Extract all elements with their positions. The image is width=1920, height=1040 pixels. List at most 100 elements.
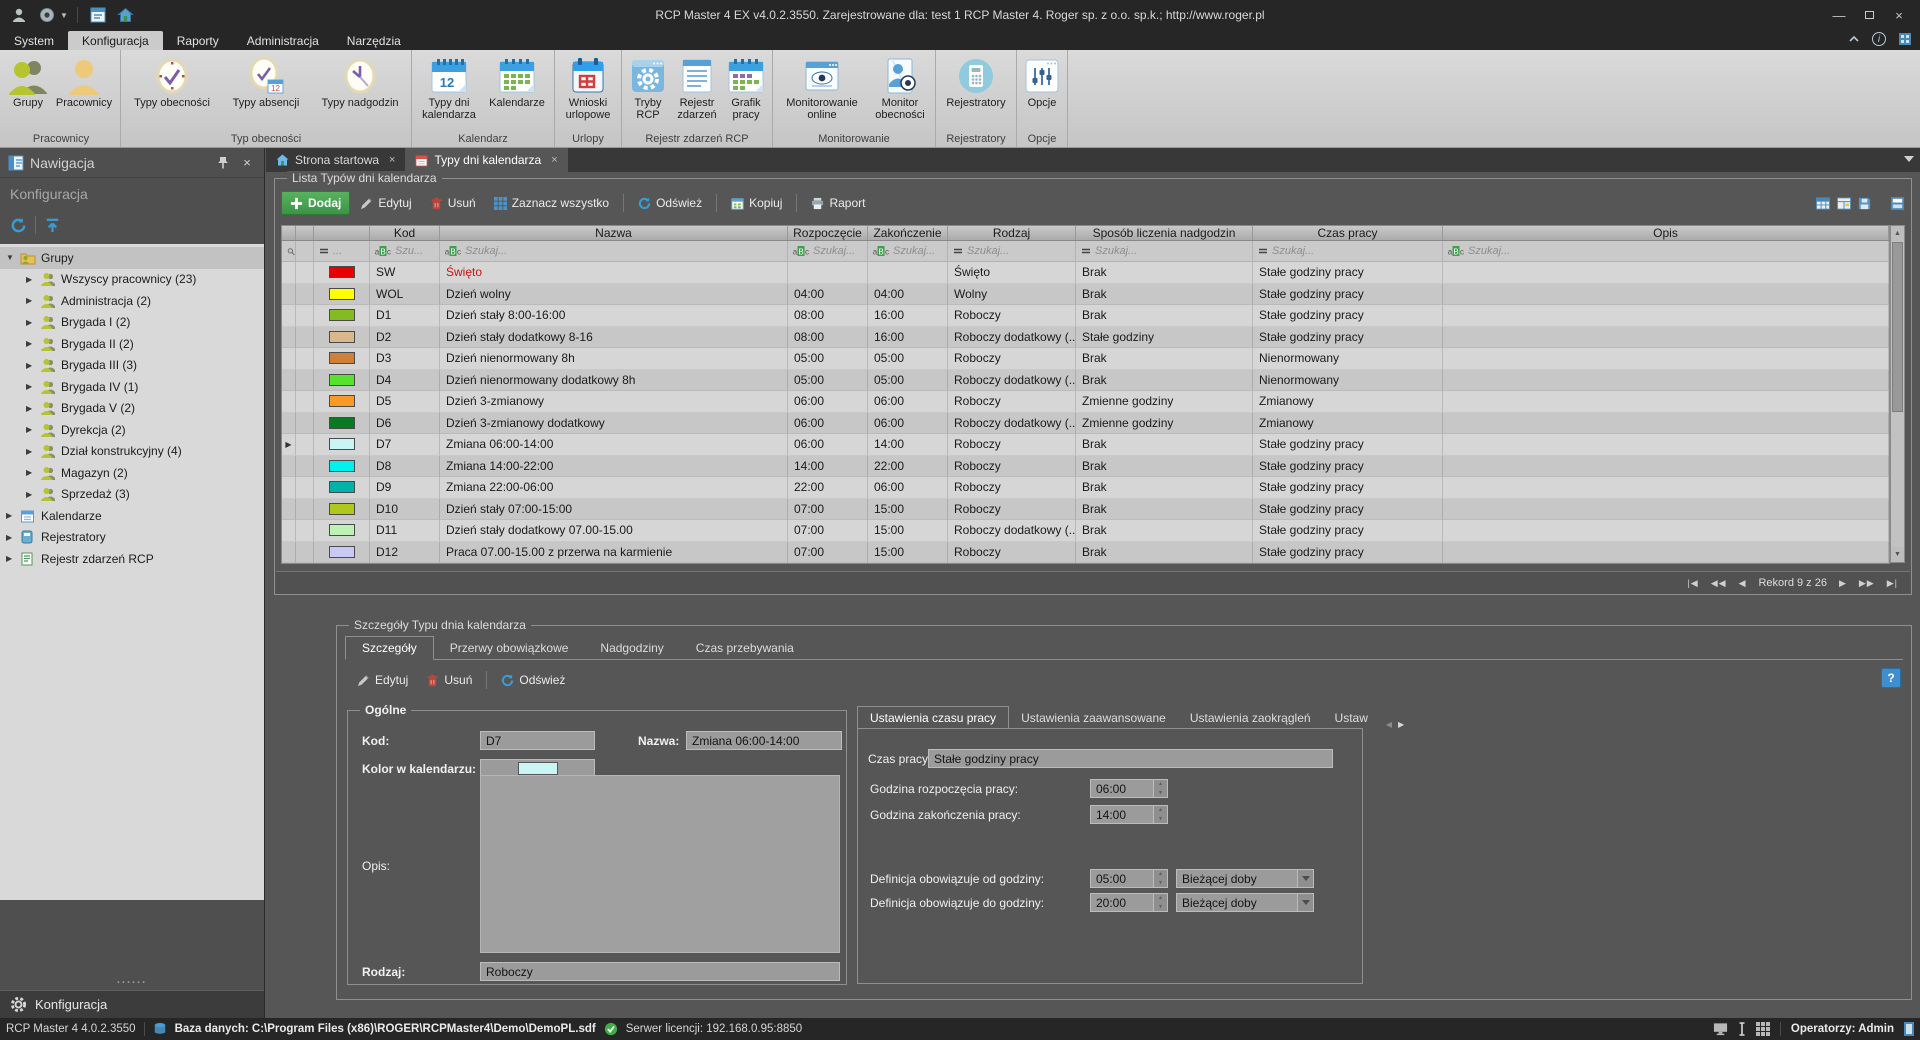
close-icon[interactable]: × [238,154,256,172]
tab-strona-startowa[interactable]: Strona startowa × [266,148,405,172]
filter-opis[interactable]: aBc Szukaj... [1443,241,1889,262]
typy-nadgodzin-button[interactable]: Typy nadgodzin [312,50,408,132]
pracownicy-button[interactable]: Pracownicy [51,50,117,132]
panel-toggle-icon[interactable] [1904,1022,1914,1036]
copy-button[interactable]: Kopiuj [723,192,790,214]
grafik-pracy-button[interactable]: Grafik pracy [723,50,769,132]
pin-icon[interactable] [214,154,232,172]
spin-down-icon[interactable]: ▼ [1154,879,1167,888]
expand-arrow-icon[interactable]: ▶ [26,490,40,499]
monitor-obecnosci-button[interactable]: Monitor obecności [868,50,932,132]
typy-absencji-button[interactable]: 12 Typy absencji [220,50,312,132]
tree-item[interactable]: ▶ Kalendarze [0,505,264,527]
table-row[interactable]: WOL Dzień wolny 04:00 04:00 Wolny Brak S… [282,284,1889,306]
table-row[interactable]: D2 Dzień stały dodatkowy 8-16 08:00 16:0… [282,327,1889,349]
header-rodzaj[interactable]: Rodzaj [948,226,1076,240]
layout-view-icon[interactable] [1836,196,1852,211]
tree-item[interactable]: ▶ Brygada II (2) [0,333,264,355]
info-icon[interactable]: i [1872,32,1886,46]
header-nazwa[interactable]: Nazwa [440,226,788,240]
last-record-button[interactable]: ▶| [1887,578,1898,589]
home-icon[interactable] [115,5,137,25]
table-row[interactable]: D4 Dzień nienormowany dodatkowy 8h 05:00… [282,370,1889,392]
czas-pracy-field[interactable]: Stałe godziny pracy [928,749,1333,768]
tab-scroll-right-icon[interactable]: ▶ [1398,720,1404,729]
tab-ustawienia-czasu-pracy[interactable]: Ustawienia czasu pracy [857,706,1009,729]
table-row[interactable]: SW Święto Święto Brak Stałe godziny prac… [282,262,1889,284]
scroll-thumb[interactable] [1892,242,1903,412]
definicja-od-select[interactable]: Bieżącej doby [1176,869,1314,888]
expand-arrow-icon[interactable]: ▶ [6,511,20,520]
spinner-buttons[interactable]: ▲▼ [1153,779,1168,798]
expand-arrow-icon[interactable]: ▶ [26,382,40,391]
grupy-button[interactable]: Grupy [5,50,51,132]
report-button[interactable]: Raport [803,192,873,214]
filter-color[interactable]: ... [314,241,370,262]
first-record-button[interactable]: |◀ [1687,578,1698,589]
expand-arrow-icon[interactable]: ▶ [26,447,40,456]
collapse-ribbon-icon[interactable] [1848,33,1860,45]
filter-rodzaj[interactable]: Szukaj... [948,241,1076,262]
spin-down-icon[interactable]: ▼ [1154,903,1167,912]
close-button[interactable]: × [1884,3,1914,27]
tab-szczegoly[interactable]: Szczegóły [345,636,434,660]
expand-arrow-icon[interactable]: ▶ [26,425,40,434]
dropdown-button[interactable] [1297,893,1314,912]
tree-item[interactable]: ▶ Rejestratory [0,527,264,549]
help-button[interactable]: ? [1881,668,1901,688]
tree-item[interactable]: ▼ Grupy [0,247,264,269]
filter-nazwa[interactable]: aBc Szukaj... [440,241,788,262]
expand-arrow-icon[interactable]: ▶ [6,533,20,542]
header-czas-pracy[interactable]: Czas pracy [1253,226,1443,240]
table-row[interactable]: D1 Dzień stały 8:00-16:00 08:00 16:00 Ro… [282,305,1889,327]
godzina-zakonczenia-spinner[interactable]: 14:00 ▲▼ [1090,805,1168,824]
table-row[interactable]: D3 Dzień nienormowany 8h 05:00 05:00 Rob… [282,348,1889,370]
spinner-value[interactable]: 14:00 [1090,805,1153,824]
spinner-value[interactable]: 05:00 [1090,869,1153,888]
close-tab-icon[interactable]: × [389,154,395,166]
tree-item[interactable]: ▶ Sprzedaż (3) [0,484,264,506]
maximize-button[interactable] [1854,3,1884,27]
header-kod[interactable]: Kod [370,226,440,240]
table-row[interactable]: D5 Dzień 3-zmianowy 06:00 06:00 Roboczy … [282,391,1889,413]
filter-czas-pracy[interactable]: Szukaj... [1253,241,1443,262]
spinner-value[interactable]: 06:00 [1090,779,1153,798]
tab-ustawienia-zaokraglen[interactable]: Ustawienia zaokrągleń [1178,707,1323,729]
delete-button[interactable]: Usuń [418,669,480,691]
apps-icon[interactable] [1898,32,1912,46]
edit-button[interactable]: Edytuj [352,192,419,214]
opcje-button[interactable]: Opcje [1020,50,1064,132]
text-cursor-icon[interactable] [1738,1022,1746,1036]
spinner-buttons[interactable]: ▲▼ [1153,805,1168,824]
filter-kod[interactable]: aBc Szu... [370,241,440,262]
next-page-button[interactable]: ▶▶ [1859,578,1875,589]
tryby-rcp-button[interactable]: Tryby RCP [625,50,671,132]
spin-up-icon[interactable]: ▲ [1154,780,1167,789]
header-opis[interactable]: Opis [1443,226,1889,240]
expand-arrow-icon[interactable]: ▼ [6,253,20,262]
rejestr-zdarzen-button[interactable]: Rejestr zdarzeń [671,50,723,132]
typy-obecnosci-button[interactable]: Typy obecności [124,50,220,132]
tree-item[interactable]: ▶ Brygada IV (1) [0,376,264,398]
table-row[interactable]: ▶ D7 Zmiana 06:00-14:00 06:00 14:00 Robo… [282,434,1889,456]
filter-sposob[interactable]: Szukaj... [1076,241,1253,262]
tab-list-chevron-icon[interactable] [1904,156,1914,162]
tab-nadgodziny[interactable]: Nadgodziny [584,637,679,659]
tree-item[interactable]: ▶ Dyrekcja (2) [0,419,264,441]
next-record-button[interactable]: ▶ [1839,578,1847,589]
rodzaj-field[interactable]: Roboczy [480,962,840,981]
monitor-icon[interactable] [1713,1022,1728,1036]
collapse-all-icon[interactable] [44,217,61,234]
refresh-icon[interactable] [10,217,27,234]
typy-dni-kalendarza-button[interactable]: 12 Typy dni kalendarza [415,50,483,132]
prev-record-button[interactable]: ◀ [1739,578,1747,589]
definicja-do-select[interactable]: Bieżącej doby [1176,893,1314,912]
chevron-down-icon[interactable]: ▼ [60,11,68,20]
table-row[interactable]: D10 Dzień stały 07:00-15:00 07:00 15:00 … [282,499,1889,521]
scroll-down-icon[interactable]: ▼ [1891,547,1904,562]
add-button[interactable]: Dodaj [281,191,350,215]
table-row[interactable]: D11 Dzień stały dodatkowy 07.00-15.00 07… [282,520,1889,542]
navigation-panel-icon[interactable] [87,5,109,25]
filter-zakonczenie[interactable]: aBc Szukaj... [868,241,948,262]
tree-item[interactable]: ▶ Magazyn (2) [0,462,264,484]
